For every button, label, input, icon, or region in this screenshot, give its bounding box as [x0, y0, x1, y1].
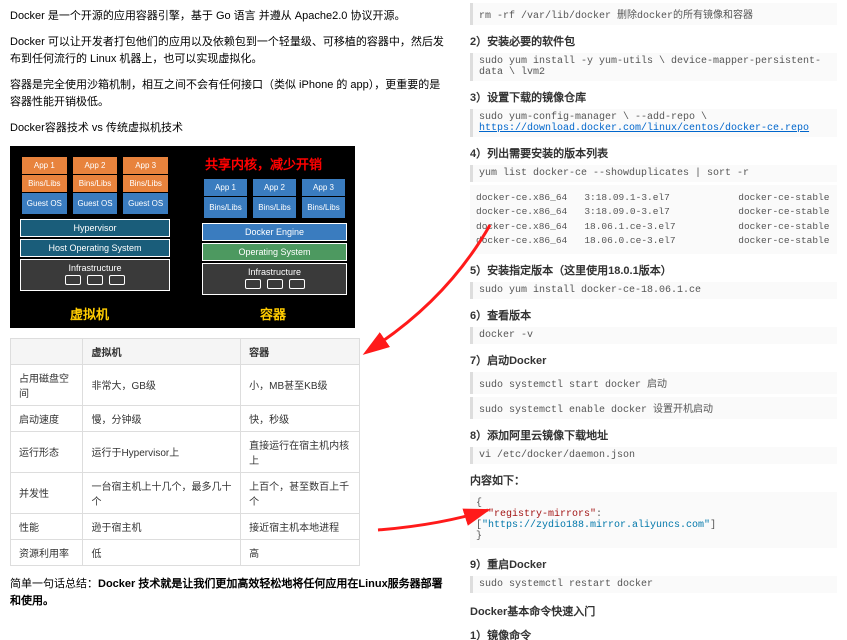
cmd-install-ce: sudo yum install docker-ce-18.06.1.ce	[470, 282, 837, 299]
section-commands: Docker基本命令快速入门	[470, 603, 837, 619]
th-vm: 虚拟机	[83, 338, 241, 364]
cmd-enable: sudo systemctl enable docker 设置开机启动	[470, 397, 837, 419]
th-blank	[11, 338, 83, 364]
th-container: 容器	[241, 338, 360, 364]
compare-table: 虚拟机 容器 占用磁盘空间非常大，GB级小，MB甚至KB级启动速度慢，分钟级快，…	[10, 338, 360, 566]
cmd-vi: vi /etc/docker/daemon.json	[470, 447, 837, 464]
table-cell: 一台宿主机上十几个，最多几十个	[83, 472, 241, 513]
daemon-json: { "registry-mirrors": ["https://zydio188…	[470, 492, 837, 548]
table-cell: 小，MB甚至KB级	[241, 364, 360, 405]
summary: 简单一句话总结：Docker 技术就是让我们更加高效轻松地将任何应用在Linux…	[10, 576, 450, 611]
table-cell: 资源利用率	[11, 539, 83, 565]
vm-infra-layer: Infrastructure	[20, 259, 170, 291]
table-cell: 运行于Hypervisor上	[83, 431, 241, 472]
table-row: 性能逊于宿主机接近宿主机本地进程	[11, 513, 360, 539]
table-cell: 运行形态	[11, 431, 83, 472]
ct-app1: App 1Bins/Libs	[202, 176, 249, 221]
host-os-layer: Host Operating System	[20, 239, 170, 257]
intro-p1: Docker 是一个开源的应用容器引擎，基于 Go 语言 并遵从 Apache2…	[10, 8, 450, 26]
docker-engine-layer: Docker Engine	[202, 223, 347, 241]
vm-app1: App 1Bins/LibsGuest OS	[20, 154, 69, 217]
table-cell: 快，秒级	[241, 405, 360, 431]
os-layer: Operating System	[202, 243, 347, 261]
diagram-title: 共享内核，减少开销	[205, 154, 322, 173]
table-cell: 慢，分钟级	[83, 405, 241, 431]
step7-heading: 7）启动Docker	[470, 352, 837, 368]
content-heading: 内容如下：	[470, 472, 837, 488]
step4-heading: 4）列出需要安装的版本列表	[470, 145, 837, 161]
intro-p3: 容器是完全使用沙箱机制，相互之间不会有任何接口（类似 iPhone 的 app）…	[10, 77, 450, 112]
cmd-list: yum list docker-ce --showduplicates | so…	[470, 165, 837, 182]
repo-link[interactable]: https://download.docker.com/linux/centos…	[479, 123, 809, 134]
ct-app2: App 2Bins/Libs	[251, 176, 298, 221]
table-cell: 性能	[11, 513, 83, 539]
table-row: 并发性一台宿主机上十几个，最多几十个上百个，甚至数百上千个	[11, 472, 360, 513]
table-row: 运行形态运行于Hypervisor上直接运行在宿主机内核上	[11, 431, 360, 472]
table-cell: 占用磁盘空间	[11, 364, 83, 405]
table-cell: 直接运行在宿主机内核上	[241, 431, 360, 472]
version-list: docker-ce.x86_64 3:18.09.1-3.el7 docker-…	[470, 185, 837, 254]
table-row: 资源利用率低高	[11, 539, 360, 565]
ct-app3: App 3Bins/Libs	[300, 176, 347, 221]
step3-heading: 3）设置下载的镜像仓库	[470, 89, 837, 105]
cmd-restart: sudo systemctl restart docker	[470, 576, 837, 593]
cmd-install-utils: sudo yum install -y yum-utils \ device-m…	[470, 53, 837, 81]
step2-heading: 2）安装必要的软件包	[470, 33, 837, 49]
step8-heading: 8）添加阿里云镜像下载地址	[470, 427, 837, 443]
step9-heading: 9）重启Docker	[470, 556, 837, 572]
cmd-rm: rm -rf /var/lib/docker 删除docker的所有镜像和容器	[470, 3, 837, 25]
vm-app2: App 2Bins/LibsGuest OS	[71, 154, 120, 217]
step10-heading: 1）镜像命令	[470, 627, 837, 640]
intro-p2: Docker 可以让开发者打包他们的应用以及依赖包到一个轻量级、可移植的容器中，…	[10, 34, 450, 69]
cmd-version: docker -v	[470, 327, 837, 344]
architecture-diagram: 共享内核，减少开销 App 1Bins/LibsGuest OS App 2Bi…	[10, 146, 355, 328]
table-cell: 接近宿主机本地进程	[241, 513, 360, 539]
table-cell: 逊于宿主机	[83, 513, 241, 539]
table-row: 启动速度慢，分钟级快，秒级	[11, 405, 360, 431]
vm-app3: App 3Bins/LibsGuest OS	[121, 154, 170, 217]
table-row: 占用磁盘空间非常大，GB级小，MB甚至KB级	[11, 364, 360, 405]
table-cell: 并发性	[11, 472, 83, 513]
table-cell: 低	[83, 539, 241, 565]
table-cell: 上百个，甚至数百上千个	[241, 472, 360, 513]
ct-infra-layer: Infrastructure	[202, 263, 347, 295]
vm-label: 虚拟机	[70, 304, 109, 323]
table-cell: 非常大，GB级	[83, 364, 241, 405]
table-cell: 启动速度	[11, 405, 83, 431]
step6-heading: 6）查看版本	[470, 307, 837, 323]
hypervisor-layer: Hypervisor	[20, 219, 170, 237]
cmd-add-repo: sudo yum-config-manager \ --add-repo \ h…	[470, 109, 837, 137]
ct-label: 容器	[260, 304, 286, 323]
table-cell: 高	[241, 539, 360, 565]
compare-heading: Docker容器技术 vs 传统虚拟机技术	[10, 120, 450, 138]
step5-heading: 5）安装指定版本（这里使用18.0.1版本）	[470, 262, 837, 278]
cmd-start: sudo systemctl start docker 启动	[470, 372, 837, 394]
